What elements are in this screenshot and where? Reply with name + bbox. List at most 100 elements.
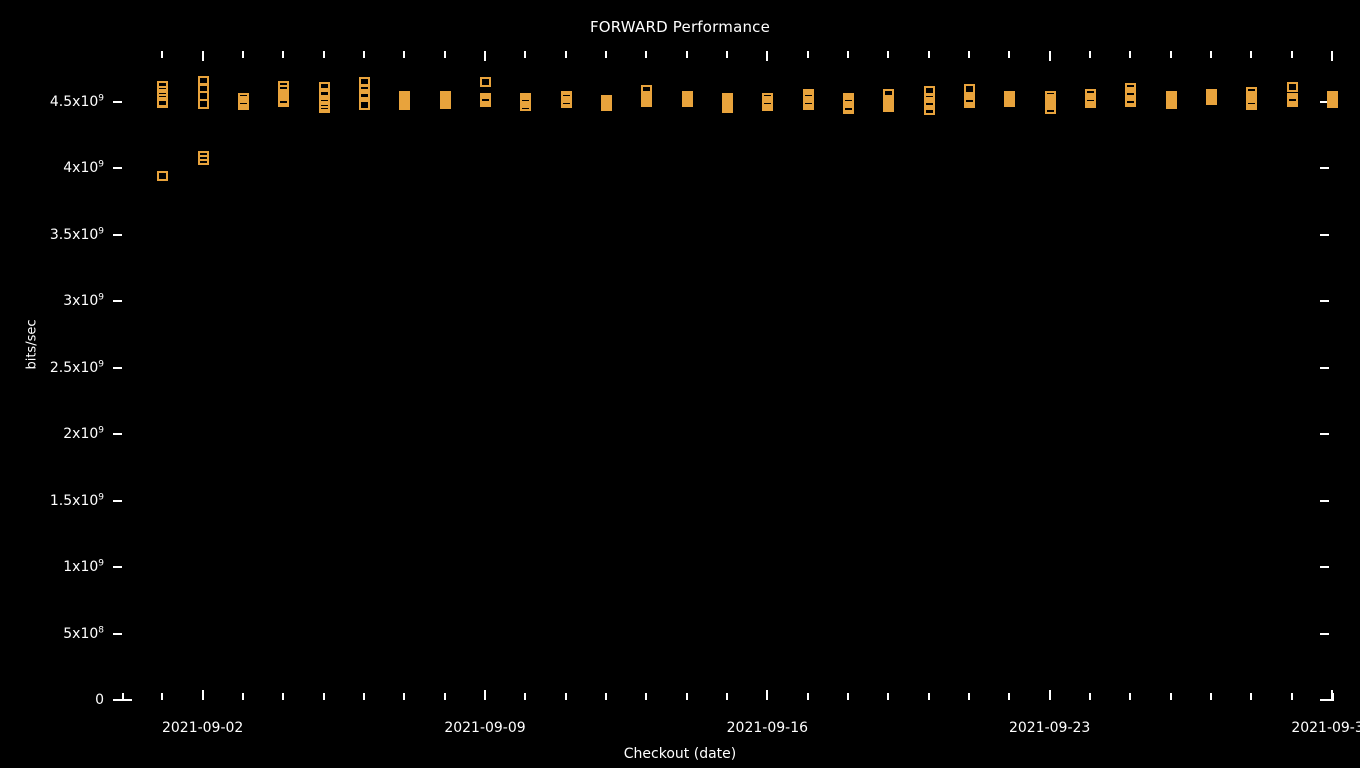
y-tick-mark-right: [1320, 300, 1329, 302]
chart-title: FORWARD Performance: [589, 18, 771, 36]
axis-corner: [122, 699, 132, 701]
y-tick-label: 3x109: [63, 292, 104, 309]
data-point-marker: [802, 100, 814, 111]
x-tick-mark-top: [927, 51, 930, 58]
x-tick-mark-top: [605, 51, 607, 58]
x-tick-mark-bottom: [927, 693, 930, 700]
x-tick-label: 2021-09-09: [444, 720, 526, 736]
x-tick-mark-top: [1008, 51, 1011, 58]
x-tick-mark-bottom: [1089, 693, 1091, 700]
y-tick-label: 1x109: [63, 558, 104, 575]
data-point-marker: [1165, 99, 1177, 110]
y-tick-label: 5x108: [63, 624, 104, 642]
y-tick-mark-right: [1320, 366, 1329, 369]
x-tick-mark-bottom: [443, 693, 446, 700]
x-tick-mark-bottom: [282, 693, 285, 700]
x-tick-mark-bottom: [1210, 693, 1212, 700]
data-point-marker: [278, 96, 290, 107]
data-point-marker: [843, 104, 854, 115]
x-tick-mark-top: [1210, 51, 1212, 58]
x-tick-mark-top: [201, 51, 204, 61]
x-tick-mark-top: [403, 51, 406, 58]
x-tick-mark-bottom: [968, 693, 970, 700]
data-point-marker: [1125, 96, 1137, 107]
x-tick-mark-top: [806, 51, 809, 58]
x-tick-mark-bottom: [242, 693, 244, 700]
y-tick-mark-right: [1320, 433, 1329, 435]
x-tick-mark-bottom: [1290, 693, 1293, 700]
y-tick-mark: [113, 632, 122, 635]
x-tick-mark-top: [1129, 51, 1132, 58]
x-tick-mark-bottom: [1169, 693, 1172, 700]
x-tick-mark-top: [1331, 51, 1333, 61]
x-tick-mark-top: [1169, 51, 1172, 58]
y-tick-mark-right: [1320, 499, 1329, 502]
y-tick-mark-right: [1320, 566, 1329, 568]
y-tick-mark: [113, 366, 122, 369]
data-point-marker: [1286, 96, 1298, 107]
y-tick-mark: [113, 167, 122, 169]
data-point-marker: [157, 170, 169, 181]
x-tick-mark-bottom: [403, 693, 406, 700]
y-axis-label: bits/sec: [24, 319, 40, 370]
x-tick-mark-bottom: [766, 690, 769, 700]
data-point-marker: [923, 105, 935, 116]
y-tick-mark: [113, 300, 122, 302]
y-tick-label: 2.5x109: [49, 358, 104, 376]
x-tick-mark-bottom: [363, 693, 365, 700]
x-tick-mark-top: [322, 51, 325, 58]
x-tick-mark-top: [524, 51, 527, 58]
x-tick-mark-top: [887, 51, 890, 58]
x-tick-mark-top: [242, 51, 244, 58]
x-axis-label: Checkout (date): [623, 746, 737, 762]
y-tick-mark-right: [1320, 233, 1329, 236]
data-point-marker: [359, 100, 370, 111]
y-tick-label: 4x109: [63, 159, 104, 176]
x-tick-mark-top: [443, 51, 446, 58]
x-tick-mark-bottom: [1129, 693, 1132, 700]
data-point-marker: [722, 103, 733, 114]
x-tick-mark-top: [685, 51, 688, 58]
x-tick-mark-top: [726, 51, 728, 58]
y-tick-mark: [113, 100, 122, 103]
y-tick-label: 0: [95, 692, 104, 708]
x-tick-mark-top: [847, 51, 849, 58]
y-tick-mark-right: [1320, 632, 1329, 635]
x-tick-mark-top: [484, 51, 486, 61]
data-point-marker: [1327, 98, 1338, 109]
data-point-marker: [560, 98, 572, 109]
x-tick-mark-top: [766, 51, 769, 61]
data-point-marker: [1286, 81, 1298, 92]
data-point-marker: [1004, 97, 1016, 108]
x-tick-mark-bottom: [847, 693, 849, 700]
data-point-marker: [1206, 95, 1217, 106]
y-tick-label: 1.5x109: [49, 491, 104, 509]
data-point-marker: [439, 99, 451, 110]
data-point-marker: [480, 97, 491, 108]
axis-corner: [1323, 699, 1333, 701]
y-tick-mark: [113, 233, 122, 236]
x-tick-mark-top: [282, 51, 285, 58]
data-point-marker: [1085, 97, 1096, 108]
x-tick-mark-bottom: [1250, 693, 1253, 700]
data-point-marker: [1246, 99, 1258, 110]
x-tick-mark-top: [161, 51, 164, 58]
x-tick-mark-bottom: [322, 693, 325, 700]
data-point-marker: [883, 101, 895, 112]
x-tick-label: 2021-09-30: [1291, 720, 1360, 736]
x-tick-mark-bottom: [1048, 690, 1051, 700]
x-tick-mark-bottom: [484, 690, 486, 700]
data-point-marker: [681, 96, 693, 107]
x-tick-mark-bottom: [685, 693, 688, 700]
x-tick-mark-bottom: [1008, 693, 1011, 700]
data-point-marker: [238, 99, 249, 110]
x-tick-label: 2021-09-02: [161, 720, 244, 736]
chart-canvas: FORWARD Performance bits/sec Checkout (d…: [0, 0, 1360, 768]
x-tick-mark-bottom: [161, 693, 164, 700]
data-point-marker: [964, 83, 975, 94]
y-tick-label: 2x109: [63, 425, 104, 442]
x-tick-mark-bottom: [726, 693, 728, 700]
data-point-marker: [197, 155, 209, 166]
x-tick-mark-bottom: [806, 693, 809, 700]
data-point-marker: [762, 101, 774, 112]
